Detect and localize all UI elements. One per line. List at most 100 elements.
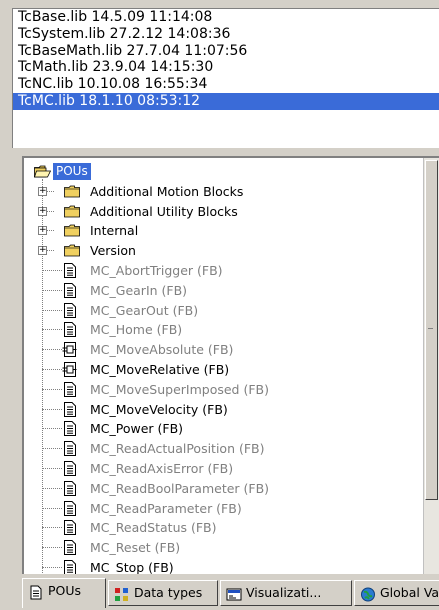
tree-connector-branch [42,309,62,311]
expand-plus-icon[interactable]: + [38,186,47,196]
library-list: TcBase.lib 14.5.09 11:14:08 TcSystem.lib … [12,8,439,148]
tree-pou-row[interactable]: MC_Reset (FB) [24,538,421,557]
fb-document-icon [62,302,77,319]
tree-connector-branch [42,408,62,410]
tree-vertical-scrollbar[interactable] [423,158,439,574]
tree-pou-label: MC_MoveRelative (FB) [90,362,230,377]
tab-visualizati[interactable]: Visualizati... [220,580,352,606]
fb-document-icon [62,559,77,574]
fb-diagram-icon [62,361,77,378]
tree-folder-row[interactable]: + Internal [24,221,421,240]
expand-plus-icon[interactable]: + [38,206,47,216]
tree-pou-row[interactable]: MC_MoveSuperImposed (FB) [24,380,421,399]
tree-connector-branch [42,547,62,549]
fb-document-icon [62,480,77,497]
tab-global-va[interactable]: Global Va... [354,580,439,606]
tab-label: POUs [48,583,82,598]
folder-icon [64,205,81,218]
tree-pou-row[interactable]: MC_ReadParameter (FB) [24,499,421,518]
tree-folder-row[interactable]: + Version [24,241,421,260]
fb-diagram-icon [62,341,77,358]
tree-pou-label: MC_ReadBoolParameter (FB) [90,480,270,496]
pous-tab-icon [28,584,44,600]
tree-connector-branch [42,527,62,529]
tree-pou-label: MC_ReadStatus (FB) [90,520,217,536]
fb-document-icon [62,282,77,299]
tree-connector-branch [42,289,62,291]
tree-pou-label: MC_Power (FB) [90,421,184,437]
tree-pou-row[interactable]: MC_GearIn (FB) [24,281,421,300]
tree-connector-branch [42,487,62,489]
tree-pou-row[interactable]: MC_MoveVelocity (FB) [24,400,421,419]
tab-data-types[interactable]: Data types [108,580,218,606]
tab-pous[interactable]: POUs [22,578,106,608]
tree-pou-row[interactable]: MC_AbortTrigger (FB) [24,261,421,280]
expand-plus-icon[interactable]: + [38,246,47,256]
fb-document-icon [62,401,77,418]
fb-document-icon [62,519,77,536]
object-organizer-tabs: POUs Data types Visualizati... Global Va... [22,578,439,610]
tree-folder-label: Additional Motion Blocks [90,183,244,199]
visualization-tab-icon [226,586,242,601]
tree-pou-label: MC_GearOut (FB) [90,302,199,318]
tree-pou-row[interactable]: MC_ReadBoolParameter (FB) [24,479,421,498]
tree-pou-row[interactable]: MC_Stop (FB) [24,558,421,574]
tree-pou-row[interactable]: MC_MoveRelative (FB) [24,360,421,379]
tree-root-label: POUs [53,163,91,180]
tree-folder-row[interactable]: + Additional Utility Blocks [24,202,421,221]
tab-label: Visualizati... [246,585,322,600]
tree-pou-label: MC_Home (FB) [90,322,183,338]
tree-pou-label: MC_ReadParameter (FB) [90,500,242,516]
library-item[interactable]: TcMC.lib 18.1.10 08:53:12 [13,92,439,110]
folder-icon [64,244,81,257]
tree-pou-row[interactable]: MC_Power (FB) [24,419,421,438]
scrollbar-thumb[interactable] [425,160,438,500]
tree-connector-branch [42,388,62,390]
tree-connector-branch [42,448,62,450]
tree-pou-label: MC_MoveSuperImposed (FB) [90,381,269,397]
tree-pou-row[interactable]: MC_Home (FB) [24,320,421,339]
tree-pou-row[interactable]: MC_ReadStatus (FB) [24,518,421,537]
tree-pou-row[interactable]: MC_GearOut (FB) [24,301,421,320]
fb-document-icon [62,321,77,338]
tree-pou-label: MC_Reset (FB) [90,540,181,556]
library-item[interactable]: TcMath.lib 23.9.04 14:15:30 [13,59,439,76]
tab-label: Global Va... [380,585,439,600]
data-types-tab-icon [114,586,130,601]
tree-pou-row[interactable]: MC_ReadAxisError (FB) [24,459,421,478]
fb-document-icon [62,381,77,398]
fb-document-icon [62,500,77,517]
tree-connector-branch [42,369,62,370]
fb-document-icon [62,420,77,437]
tree-connector-branch [42,507,62,509]
folder-icon [64,224,81,237]
tree-connector-branch [42,468,62,469]
tree-pou-label: MC_GearIn (FB) [90,282,188,298]
folder-icon [64,185,81,198]
tree-connector-branch [42,270,62,271]
expand-plus-icon[interactable]: + [38,226,47,236]
tree-connector-branch [42,329,62,331]
fb-document-icon [62,262,77,279]
tree-pou-label: MC_MoveVelocity (FB) [90,401,228,417]
tree-root-row[interactable]: POUs [24,162,421,181]
tree-connector-branch [42,567,62,568]
tree-connector-branch [42,428,62,430]
fb-document-icon [62,440,77,457]
tree-pou-row[interactable]: MC_MoveAbsolute (FB) [24,340,421,359]
tree-folder-label: Additional Utility Blocks [90,203,238,219]
tree-folder-row[interactable]: + Additional Motion Blocks [24,182,421,201]
tree-folder-label: Internal [90,223,139,239]
library-item[interactable]: TcBase.lib 14.5.09 11:14:08 [13,9,439,26]
library-item[interactable]: TcNC.lib 10.10.08 16:55:34 [13,76,439,93]
pou-tree: POUs + Additional Motion Blocks + Additional… [22,156,439,574]
global-variables-tab-icon [360,586,376,602]
fb-document-icon [62,460,77,477]
library-item[interactable]: TcSystem.lib 27.2.12 14:08:36 [13,26,439,43]
scrollbar-grip [428,328,433,330]
tree-pou-label: MC_ReadAxisError (FB) [90,461,234,476]
tree-pou-row[interactable]: MC_ReadActualPosition (FB) [24,439,421,458]
library-item[interactable]: TcBaseMath.lib 27.7.04 11:07:56 [13,43,439,60]
tree-connector-branch [42,349,62,351]
tree-pou-label: MC_MoveAbsolute (FB) [90,342,234,358]
